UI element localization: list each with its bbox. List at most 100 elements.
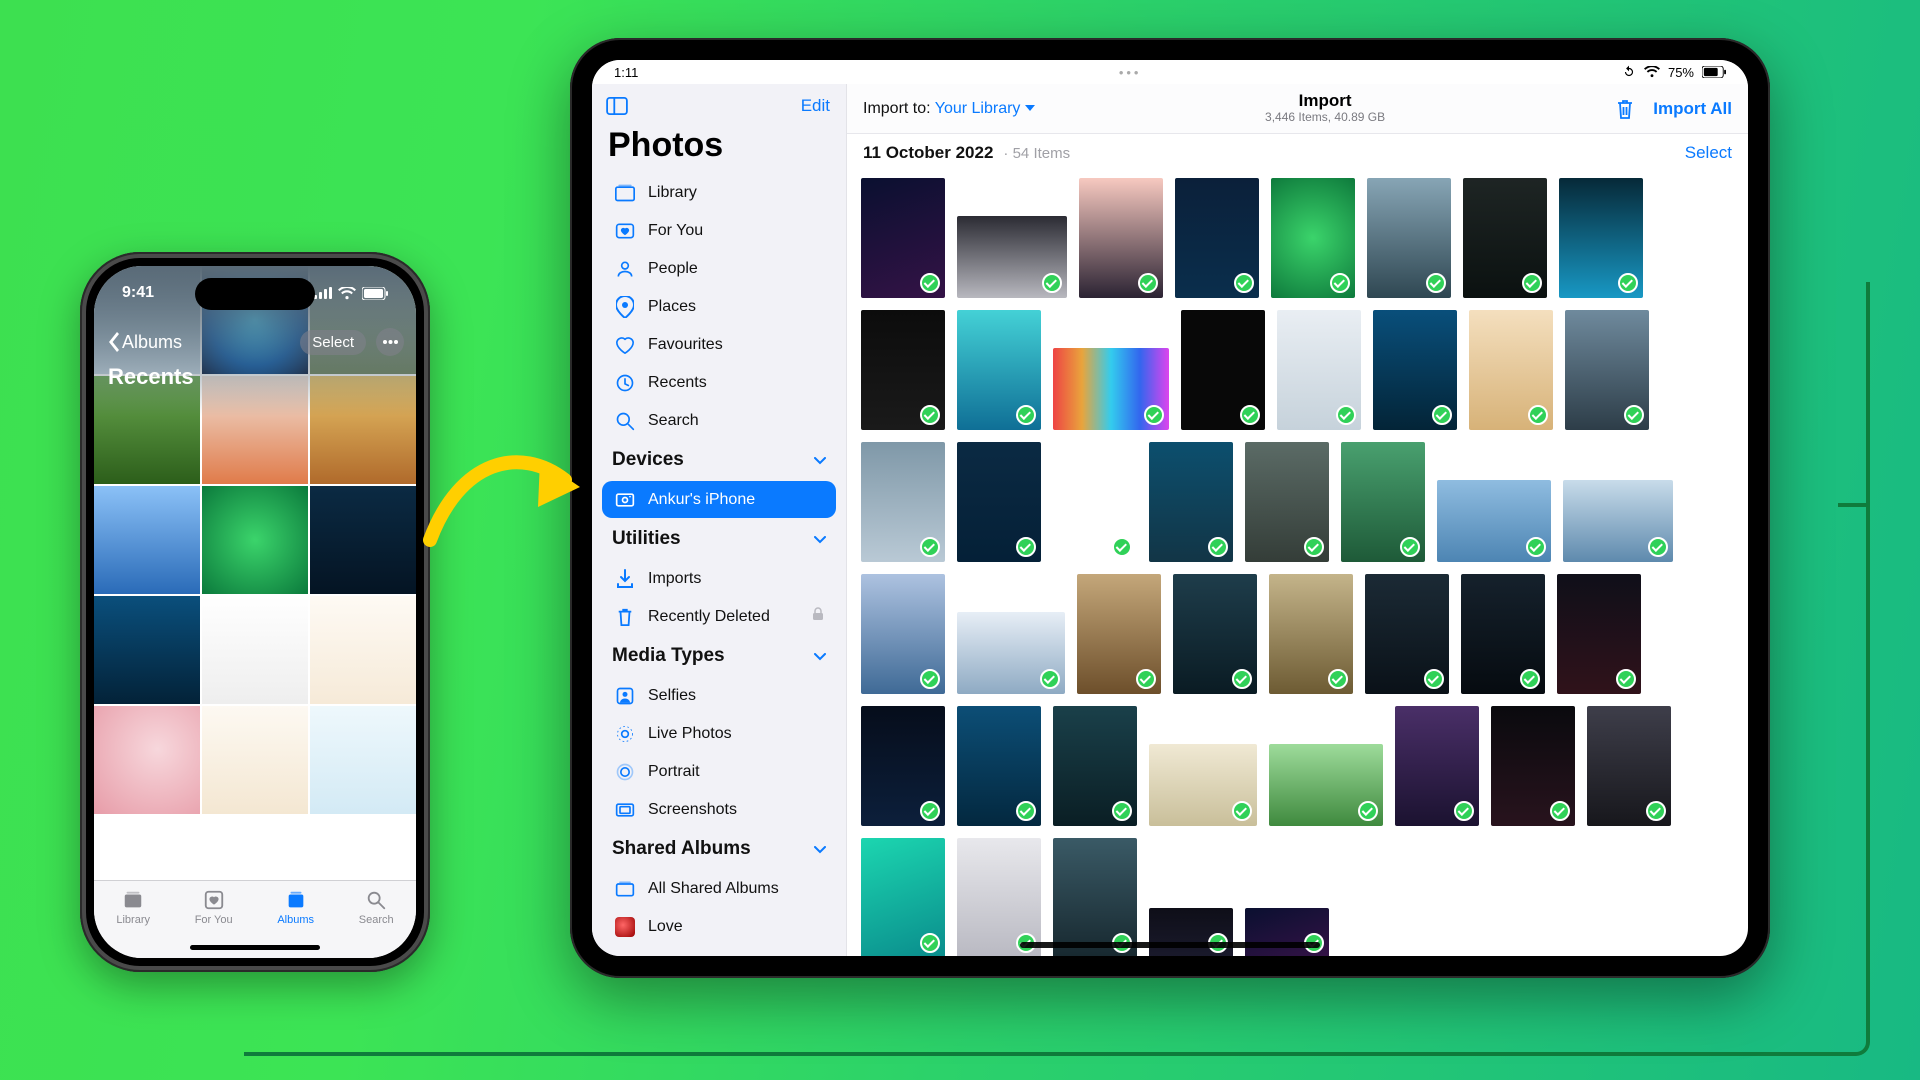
photo-thumb[interactable]	[202, 486, 308, 594]
import-thumb[interactable]	[1245, 908, 1329, 956]
sidebar-section-shared-albums[interactable]: Shared Albums	[600, 829, 838, 869]
import-all-button[interactable]: Import All	[1653, 99, 1732, 119]
sidebar-item-search[interactable]: Search	[602, 402, 836, 439]
sidebar-item-people[interactable]: People	[602, 250, 836, 287]
import-thumb[interactable]	[1053, 706, 1137, 826]
import-thumb[interactable]	[1181, 310, 1265, 430]
import-thumb[interactable]	[1173, 574, 1257, 694]
import-thumb[interactable]	[1491, 706, 1575, 826]
sidebar-item-for-you[interactable]: For You	[602, 212, 836, 249]
select-button[interactable]: Select	[300, 330, 366, 355]
import-thumb[interactable]	[957, 310, 1041, 430]
import-grid[interactable]	[847, 172, 1748, 956]
import-thumb[interactable]	[1437, 480, 1551, 562]
import-thumb[interactable]	[1463, 178, 1547, 298]
photo-thumb[interactable]	[310, 706, 416, 814]
sidebar-item-places[interactable]: Places	[602, 288, 836, 325]
sidebar-item-recents[interactable]: Recents	[602, 364, 836, 401]
import-thumb[interactable]	[1053, 442, 1137, 562]
import-thumb[interactable]	[1461, 574, 1545, 694]
import-destination-picker[interactable]: Your Library	[935, 100, 1035, 117]
photo-thumb[interactable]	[310, 596, 416, 704]
tab-foryou[interactable]: For You	[195, 889, 233, 926]
import-thumb[interactable]	[861, 706, 945, 826]
sidebar-section-devices[interactable]: Devices	[600, 440, 838, 480]
import-thumb[interactable]	[1559, 178, 1643, 298]
photo-thumb[interactable]	[94, 376, 200, 484]
sidebar-item-screenshots[interactable]: Screenshots	[602, 791, 836, 828]
multitask-dots-icon[interactable]: •••	[1119, 65, 1142, 80]
import-thumb[interactable]	[1373, 310, 1457, 430]
trash-icon[interactable]	[1615, 98, 1635, 120]
import-thumb[interactable]	[1367, 178, 1451, 298]
sidebar-section-utilities[interactable]: Utilities	[600, 519, 838, 559]
sidebar-item-recently-deleted[interactable]: Recently Deleted	[602, 598, 836, 635]
import-thumb[interactable]	[861, 838, 945, 956]
import-thumb[interactable]	[957, 838, 1041, 956]
checkmark-icon	[1328, 669, 1348, 689]
home-indicator[interactable]	[190, 945, 320, 950]
import-thumb[interactable]	[1341, 442, 1425, 562]
select-button[interactable]: Select	[1685, 143, 1732, 163]
photo-thumb[interactable]	[202, 706, 308, 814]
import-thumb[interactable]	[1395, 706, 1479, 826]
sidebar-item-all-shared-albums[interactable]: All Shared Albums	[602, 870, 836, 907]
sidebar-item-love[interactable]: Love	[602, 908, 836, 945]
home-indicator[interactable]	[1020, 942, 1320, 948]
import-thumb[interactable]	[1269, 574, 1353, 694]
photo-thumb[interactable]	[202, 596, 308, 704]
import-thumb[interactable]	[861, 310, 945, 430]
sidebar-section-media-types[interactable]: Media Types	[600, 636, 838, 676]
import-thumb[interactable]	[957, 612, 1065, 694]
import-thumb[interactable]	[1149, 442, 1233, 562]
import-thumb[interactable]	[1587, 706, 1671, 826]
tab-search[interactable]: Search	[359, 889, 394, 926]
import-thumb[interactable]	[1149, 744, 1257, 826]
sidebar-item-portrait[interactable]: Portrait	[602, 753, 836, 790]
import-thumb[interactable]	[861, 442, 945, 562]
checkmark-icon	[1424, 669, 1444, 689]
import-thumb[interactable]	[1269, 744, 1383, 826]
sidebar-item-live-photos[interactable]: Live Photos	[602, 715, 836, 752]
back-button[interactable]: Albums	[106, 332, 182, 353]
import-thumb[interactable]	[1077, 574, 1161, 694]
tab-albums[interactable]: Albums	[277, 889, 314, 926]
import-thumb[interactable]	[1053, 838, 1137, 956]
item-count: 54 Items	[1013, 145, 1071, 162]
import-thumb[interactable]	[1469, 310, 1553, 430]
sidebar-toggle-icon[interactable]	[606, 97, 628, 115]
more-button[interactable]	[376, 328, 404, 356]
tab-library[interactable]: Library	[116, 889, 150, 926]
sidebar-item-library[interactable]: Library	[602, 174, 836, 211]
import-thumb[interactable]	[1565, 310, 1649, 430]
photo-thumb[interactable]	[94, 486, 200, 594]
import-thumb[interactable]	[1271, 178, 1355, 298]
photo-thumb[interactable]	[94, 706, 200, 814]
checkmark-icon	[1646, 801, 1666, 821]
import-thumb[interactable]	[861, 178, 945, 298]
photo-thumb[interactable]	[202, 376, 308, 484]
edit-button[interactable]: Edit	[801, 96, 830, 116]
import-thumb[interactable]	[1175, 178, 1259, 298]
import-thumb[interactable]	[1365, 574, 1449, 694]
import-thumb[interactable]	[1079, 178, 1163, 298]
import-thumb[interactable]	[1149, 908, 1233, 956]
photo-thumb[interactable]	[94, 596, 200, 704]
photo-thumb[interactable]	[310, 376, 416, 484]
import-thumb[interactable]	[861, 574, 945, 694]
sidebar-item-ankur-s-iphone[interactable]: Ankur's iPhone	[602, 481, 836, 518]
sidebar-item-favourites[interactable]: Favourites	[602, 326, 836, 363]
import-thumb[interactable]	[1245, 442, 1329, 562]
import-thumb[interactable]	[1053, 348, 1169, 430]
sidebar-item-selfies[interactable]: Selfies	[602, 677, 836, 714]
import-thumb[interactable]	[957, 706, 1041, 826]
photo-thumb[interactable]	[310, 486, 416, 594]
import-thumb[interactable]	[957, 442, 1041, 562]
import-thumb[interactable]	[1277, 310, 1361, 430]
rotation-lock-icon	[1622, 65, 1636, 79]
chevron-left-icon	[106, 332, 120, 352]
import-thumb[interactable]	[1563, 480, 1673, 562]
import-thumb[interactable]	[1557, 574, 1641, 694]
import-thumb[interactable]	[957, 216, 1067, 298]
sidebar-item-imports[interactable]: Imports	[602, 560, 836, 597]
